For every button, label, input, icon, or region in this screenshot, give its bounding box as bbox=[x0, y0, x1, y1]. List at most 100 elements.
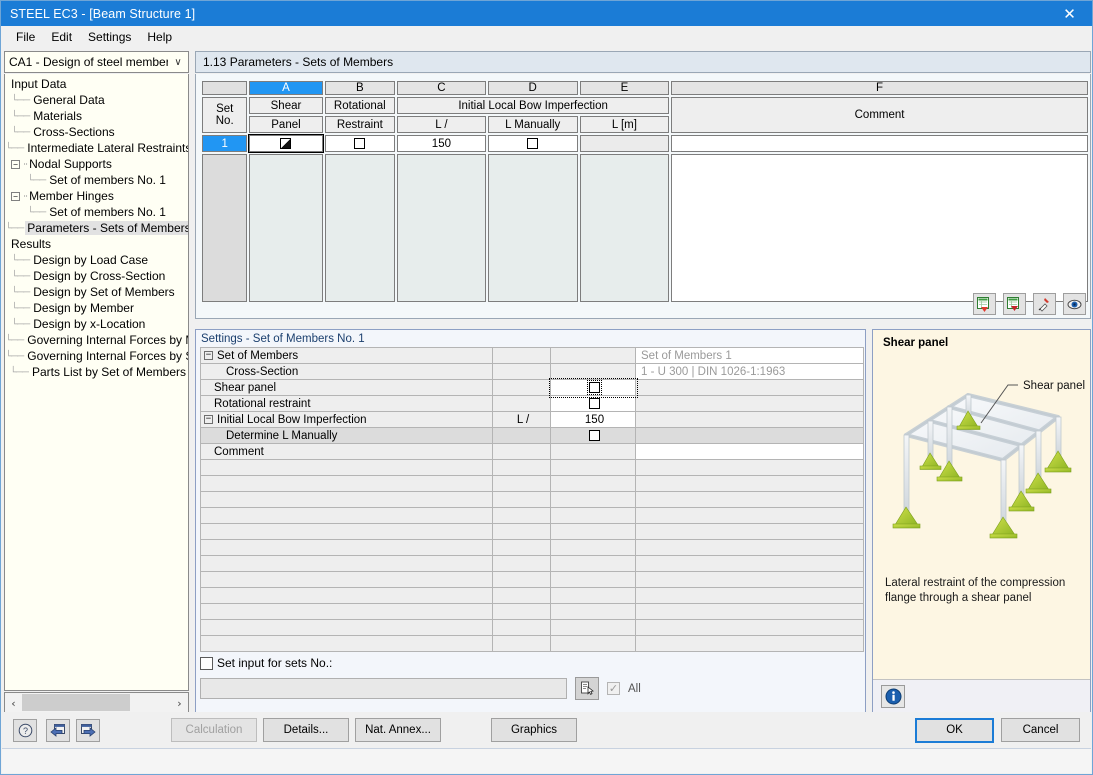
set-input-field[interactable] bbox=[200, 678, 567, 699]
scrollbar-track[interactable] bbox=[22, 693, 171, 713]
set-input-checkbox[interactable] bbox=[200, 656, 213, 670]
nav-item-member-hinges[interactable]: − ∙∙ Member Hinges bbox=[5, 188, 188, 204]
cell-bow-l-over[interactable]: 150 bbox=[397, 135, 486, 152]
settings-row-text[interactable] bbox=[635, 443, 864, 460]
details-button[interactable]: Details... bbox=[263, 718, 349, 742]
nav-item-results[interactable]: Results bbox=[5, 236, 188, 252]
all-sets-checkbox[interactable]: ✓ bbox=[607, 682, 620, 695]
settings-row[interactable]: Rotational restraint bbox=[200, 395, 864, 412]
settings-empty-cell bbox=[635, 635, 864, 652]
parameters-table[interactable]: A B C D E F Set No. Shear Rotational Ini… bbox=[200, 79, 1090, 304]
column-header-f[interactable]: F bbox=[671, 81, 1088, 95]
next-window-icon[interactable] bbox=[76, 718, 100, 742]
nav-item-design-by-cross-section[interactable]: └── Design by Cross-Section bbox=[5, 268, 188, 284]
l-manually-checkbox[interactable] bbox=[527, 137, 539, 149]
settings-empty-cell bbox=[492, 491, 551, 508]
nav-item-general-data[interactable]: └── General Data bbox=[5, 92, 188, 108]
settings-row-value-cell[interactable] bbox=[548, 377, 638, 398]
cancel-button[interactable]: Cancel bbox=[1001, 718, 1080, 742]
scroll-right-icon[interactable]: › bbox=[171, 697, 188, 710]
nav-item-parameters-sets-of-members[interactable]: └── Parameters - Sets of Members bbox=[5, 220, 188, 236]
settings-collapse-icon[interactable]: − bbox=[204, 350, 213, 360]
settings-row[interactable]: − Set of Members Set of Members 1 bbox=[200, 347, 864, 364]
nav-item-input-data[interactable]: Input Data bbox=[5, 76, 188, 92]
settings-row[interactable]: Cross-Section 1 - U 300 | DIN 1026-1:1963 bbox=[200, 363, 864, 380]
nav-item-materials[interactable]: └── Materials bbox=[5, 108, 188, 124]
nav-item-set-of-members-no-1[interactable]: └── Set of members No. 1 bbox=[5, 204, 188, 220]
graphics-button[interactable]: Graphics bbox=[491, 718, 577, 742]
row-number[interactable]: 1 bbox=[202, 135, 248, 152]
nav-item-parts-list-by-set-of-members[interactable]: └── Parts List by Set of Members bbox=[5, 364, 188, 380]
menu-item-help[interactable]: Help bbox=[139, 27, 180, 47]
table-row[interactable]: 1 150 bbox=[202, 134, 1088, 153]
parameters-table-panel: A B C D E F Set No. Shear Rotational Ini… bbox=[195, 74, 1091, 319]
column-header-e[interactable]: E bbox=[579, 81, 670, 95]
column-header-d[interactable]: D bbox=[487, 81, 578, 95]
menu-item-settings[interactable]: Settings bbox=[80, 27, 139, 47]
cell-l-manually[interactable] bbox=[487, 135, 578, 152]
cell-l-m[interactable] bbox=[579, 135, 670, 152]
cell-shear-panel[interactable] bbox=[248, 134, 324, 153]
tree-connector: └── bbox=[11, 318, 30, 330]
column-header-b[interactable]: B bbox=[324, 81, 396, 95]
scroll-left-icon[interactable]: ‹ bbox=[5, 697, 22, 710]
pick-sets-icon[interactable] bbox=[575, 677, 599, 700]
close-icon[interactable]: ✕ bbox=[1047, 1, 1092, 26]
nav-item-design-by-load-case[interactable]: └── Design by Load Case bbox=[5, 252, 188, 268]
settings-collapse-icon[interactable]: − bbox=[204, 414, 213, 424]
ok-button[interactable]: OK bbox=[915, 717, 994, 743]
info-icon[interactable] bbox=[881, 685, 905, 708]
nav-horizontal-scrollbar[interactable]: ‹ › bbox=[4, 692, 189, 714]
column-header-a[interactable]: A bbox=[249, 81, 323, 95]
settings-empty-cell bbox=[200, 603, 493, 620]
view-mode-icon[interactable] bbox=[1063, 293, 1086, 315]
cell-rotational-restraint[interactable] bbox=[324, 135, 396, 152]
menu-item-file[interactable]: File bbox=[8, 27, 43, 47]
nav-item-governing-internal-forces-by-me[interactable]: └── Governing Internal Forces by Me bbox=[5, 332, 188, 348]
settings-checkbox[interactable] bbox=[587, 380, 602, 395]
tree-collapse-icon[interactable]: − bbox=[11, 159, 20, 169]
settings-empty-row bbox=[200, 635, 864, 652]
nat-annex-button[interactable]: Nat. Annex... bbox=[355, 718, 441, 742]
settings-checkbox[interactable] bbox=[589, 429, 600, 441]
tree-collapse-icon[interactable]: − bbox=[11, 191, 20, 201]
shear-panel-checkbox[interactable] bbox=[280, 137, 292, 149]
export-to-excel-down-icon[interactable] bbox=[1003, 293, 1026, 315]
nav-item-intermediate-lateral-restraints[interactable]: └── Intermediate Lateral Restraints bbox=[5, 140, 188, 156]
pick-from-model-icon[interactable] bbox=[1033, 293, 1056, 315]
settings-row-value-cell[interactable]: 150 bbox=[550, 411, 636, 428]
settings-table[interactable]: − Set of Members Set of Members 1 Cross-Sec… bbox=[200, 347, 864, 652]
nav-item-cross-sections[interactable]: └── Cross-Sections bbox=[5, 124, 188, 140]
nav-item-design-by-x-location[interactable]: └── Design by x-Location bbox=[5, 316, 188, 332]
chevron-down-icon[interactable]: ∨ bbox=[168, 57, 188, 68]
table-empty-area bbox=[202, 154, 1088, 302]
menu-item-edit[interactable]: Edit bbox=[43, 27, 80, 47]
nav-item-label: Design by Member bbox=[33, 301, 134, 315]
set-input-checkbox-row[interactable]: Set input for sets No.: bbox=[200, 653, 863, 673]
settings-row-value-cell[interactable] bbox=[550, 395, 636, 412]
nav-item-governing-internal-forces-by-se[interactable]: └── Governing Internal Forces by Se bbox=[5, 348, 188, 364]
nav-item-design-by-set-of-members[interactable]: └── Design by Set of Members bbox=[5, 284, 188, 300]
settings-row[interactable]: − Initial Local Bow Imperfection L /150 bbox=[200, 411, 864, 428]
help-icon[interactable]: ? bbox=[13, 718, 37, 742]
settings-row[interactable]: Determine L Manually bbox=[200, 427, 864, 444]
column-header-c[interactable]: C bbox=[397, 81, 486, 95]
navigation-tree[interactable]: Input Data └── General Data └── Materials └──… bbox=[4, 74, 189, 691]
settings-row[interactable]: Comment bbox=[200, 443, 864, 460]
cell-comment[interactable] bbox=[671, 135, 1088, 152]
rotational-restraint-checkbox[interactable] bbox=[354, 137, 366, 149]
settings-row-value-cell[interactable] bbox=[550, 427, 636, 444]
settings-row[interactable]: Shear panel bbox=[200, 377, 864, 398]
nav-item-design-by-member[interactable]: └── Design by Member bbox=[5, 300, 188, 316]
design-case-combobox[interactable]: CA1 - Design of steel members a… ∨ bbox=[4, 51, 189, 73]
nav-item-set-of-members-no-1[interactable]: └── Set of members No. 1 bbox=[5, 172, 188, 188]
settings-row-label: Set of Members bbox=[217, 349, 299, 362]
export-to-excel-up-icon[interactable] bbox=[973, 293, 996, 315]
settings-checkbox[interactable] bbox=[589, 397, 600, 409]
previous-window-icon[interactable] bbox=[46, 718, 70, 742]
nav-item-nodal-supports[interactable]: − ∙∙ Nodal Supports bbox=[5, 156, 188, 172]
empty-cell-d bbox=[487, 154, 578, 302]
calculation-button[interactable]: Calculation bbox=[171, 718, 257, 742]
settings-empty-cell bbox=[200, 635, 493, 652]
scrollbar-thumb[interactable] bbox=[22, 694, 130, 711]
